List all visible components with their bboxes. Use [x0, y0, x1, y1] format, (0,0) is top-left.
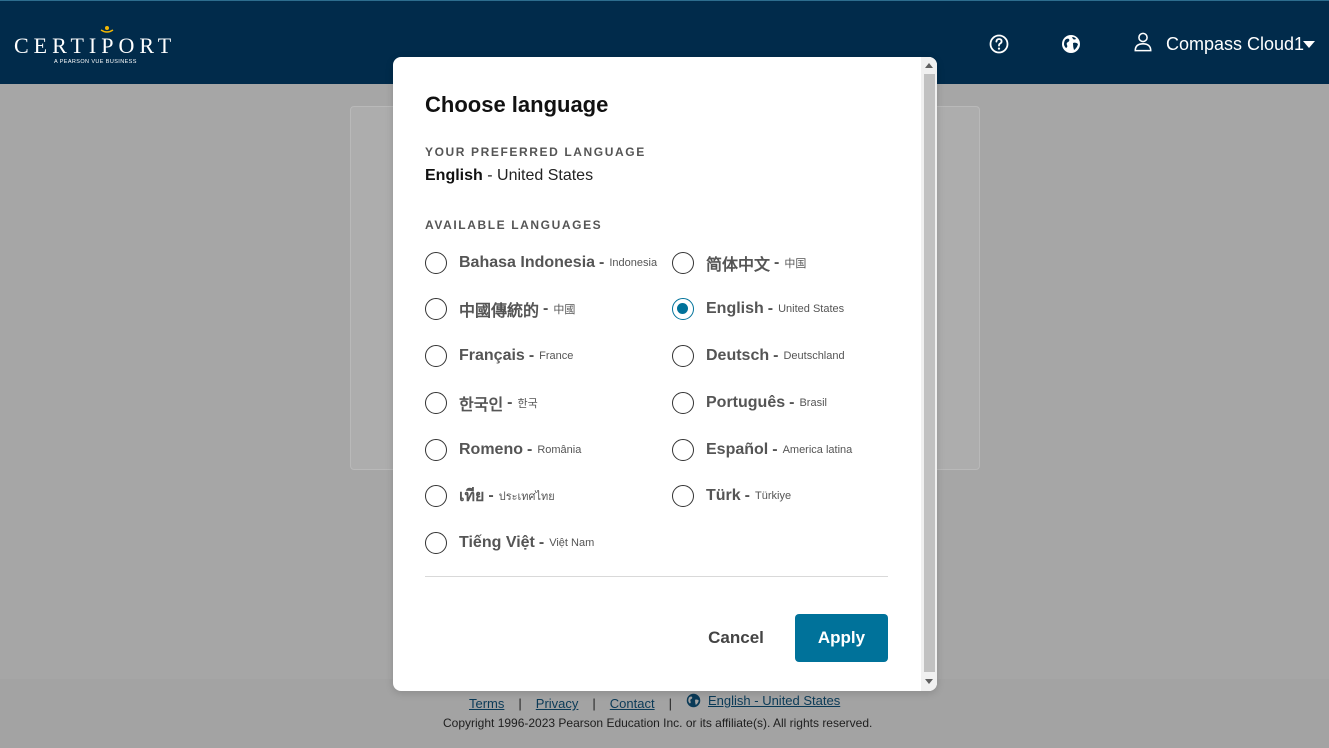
user-name[interactable]: Compass Cloud1 [1166, 34, 1304, 55]
radio-button[interactable] [672, 439, 694, 461]
language-link[interactable]: English - United States [708, 693, 840, 708]
dialog-divider [425, 576, 888, 577]
preferred-language-label: YOUR PREFERRED LANGUAGE [425, 145, 646, 159]
language-option-bahasa-indonesia[interactable]: Bahasa Indonesia - Indonesia [425, 249, 657, 277]
preferred-language-name: English [425, 167, 483, 184]
radio-button[interactable] [672, 485, 694, 507]
language-option-korean[interactable]: 한국인 - 한국 [425, 389, 538, 417]
contact-link[interactable]: Contact [610, 696, 655, 711]
logo-text: CERTIPORT [14, 33, 177, 58]
privacy-link[interactable]: Privacy [536, 696, 579, 711]
radio-button[interactable] [425, 485, 447, 507]
terms-link[interactable]: Terms [469, 696, 504, 711]
cancel-button[interactable]: Cancel [694, 614, 778, 662]
scrollbar-thumb[interactable] [924, 74, 935, 672]
radio-button[interactable] [425, 298, 447, 320]
user-icon[interactable] [1133, 32, 1153, 52]
language-option-thai[interactable]: เทีย - ประเทศไทย [425, 482, 555, 510]
help-circle-icon[interactable] [989, 34, 1009, 54]
certiport-logo[interactable]: CERTIPORT A PEARSON VUE BUSINESS [14, 25, 184, 69]
radio-button[interactable] [425, 345, 447, 367]
language-option-spanish[interactable]: Español - America latina [672, 436, 852, 464]
logo-tagline: A PEARSON VUE BUSINESS [54, 59, 137, 65]
available-languages-label: AVAILABLE LANGUAGES [425, 218, 603, 232]
language-option-german[interactable]: Deutsch - Deutschland [672, 342, 845, 370]
radio-button[interactable] [425, 439, 447, 461]
radio-button[interactable] [672, 345, 694, 367]
radio-button[interactable] [672, 392, 694, 414]
choose-language-dialog: Choose language YOUR PREFERRED LANGUAGE … [393, 57, 937, 691]
footer-separator: | [518, 696, 522, 711]
radio-button-selected[interactable] [672, 298, 694, 320]
language-option-simplified-chinese[interactable]: 简体中文 - 中国 [672, 249, 806, 277]
footer-separator: | [592, 696, 596, 711]
globe-icon [686, 693, 701, 708]
radio-button[interactable] [425, 532, 447, 554]
radio-button[interactable] [425, 252, 447, 274]
language-option-vietnamese[interactable]: Tiếng Việt - Việt Nam [425, 529, 594, 557]
footer-language[interactable]: English - United States [686, 693, 840, 708]
radio-button[interactable] [672, 252, 694, 274]
scroll-up-arrow-icon[interactable] [925, 63, 933, 68]
language-option-portuguese[interactable]: Português - Brasil [672, 389, 827, 417]
caret-down-icon[interactable] [1303, 41, 1315, 48]
radio-button[interactable] [425, 392, 447, 414]
dialog-title: Choose language [425, 92, 609, 117]
copyright-text: Copyright 1996-2023 Pearson Education In… [443, 716, 873, 730]
scroll-down-arrow-icon[interactable] [925, 679, 933, 684]
globe-icon[interactable] [1061, 34, 1081, 54]
language-option-turkish[interactable]: Türk - Türkiye [672, 482, 791, 510]
language-option-traditional-chinese[interactable]: 中國傳統的 - 中國 [425, 295, 575, 323]
language-option-romanian[interactable]: Romeno - România [425, 436, 581, 464]
footer-separator: | [668, 696, 672, 711]
footer-links: Terms | Privacy | Contact | English - United S… [469, 693, 840, 711]
preferred-language-value: English - United States [425, 167, 593, 185]
preferred-language-region: - United States [487, 167, 594, 184]
language-option-english[interactable]: English - United States [672, 295, 844, 323]
language-option-french[interactable]: Français - France [425, 342, 573, 370]
apply-button[interactable]: Apply [795, 614, 888, 662]
